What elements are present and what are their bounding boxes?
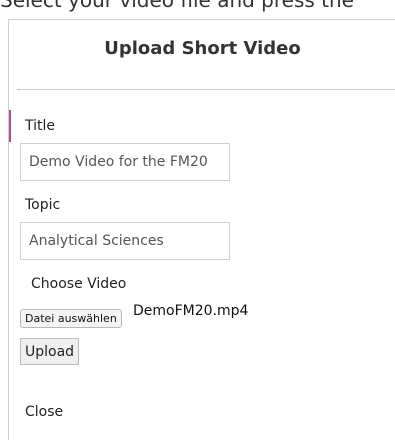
topic-label: Topic bbox=[25, 197, 61, 213]
header-divider bbox=[17, 89, 395, 90]
title-label: Title bbox=[25, 118, 56, 134]
upload-modal: Upload Short Video Title Demo Video for … bbox=[8, 19, 395, 440]
upload-button[interactable]: Upload bbox=[20, 338, 80, 365]
accent-marker bbox=[9, 110, 11, 142]
selected-file-name: DemoFM20.mp4 bbox=[133, 303, 249, 319]
title-input[interactable]: Demo Video for the FM20 bbox=[20, 143, 230, 181]
modal-title: Upload Short Video bbox=[104, 38, 301, 59]
close-button[interactable]: Close bbox=[25, 404, 63, 420]
background-instruction-text: Select your video file and press the bbox=[0, 0, 354, 12]
topic-input[interactable]: Analytical Sciences bbox=[20, 222, 230, 260]
choose-file-button[interactable]: Datei auswählen bbox=[20, 309, 122, 328]
choose-video-label: Choose Video bbox=[31, 276, 127, 292]
